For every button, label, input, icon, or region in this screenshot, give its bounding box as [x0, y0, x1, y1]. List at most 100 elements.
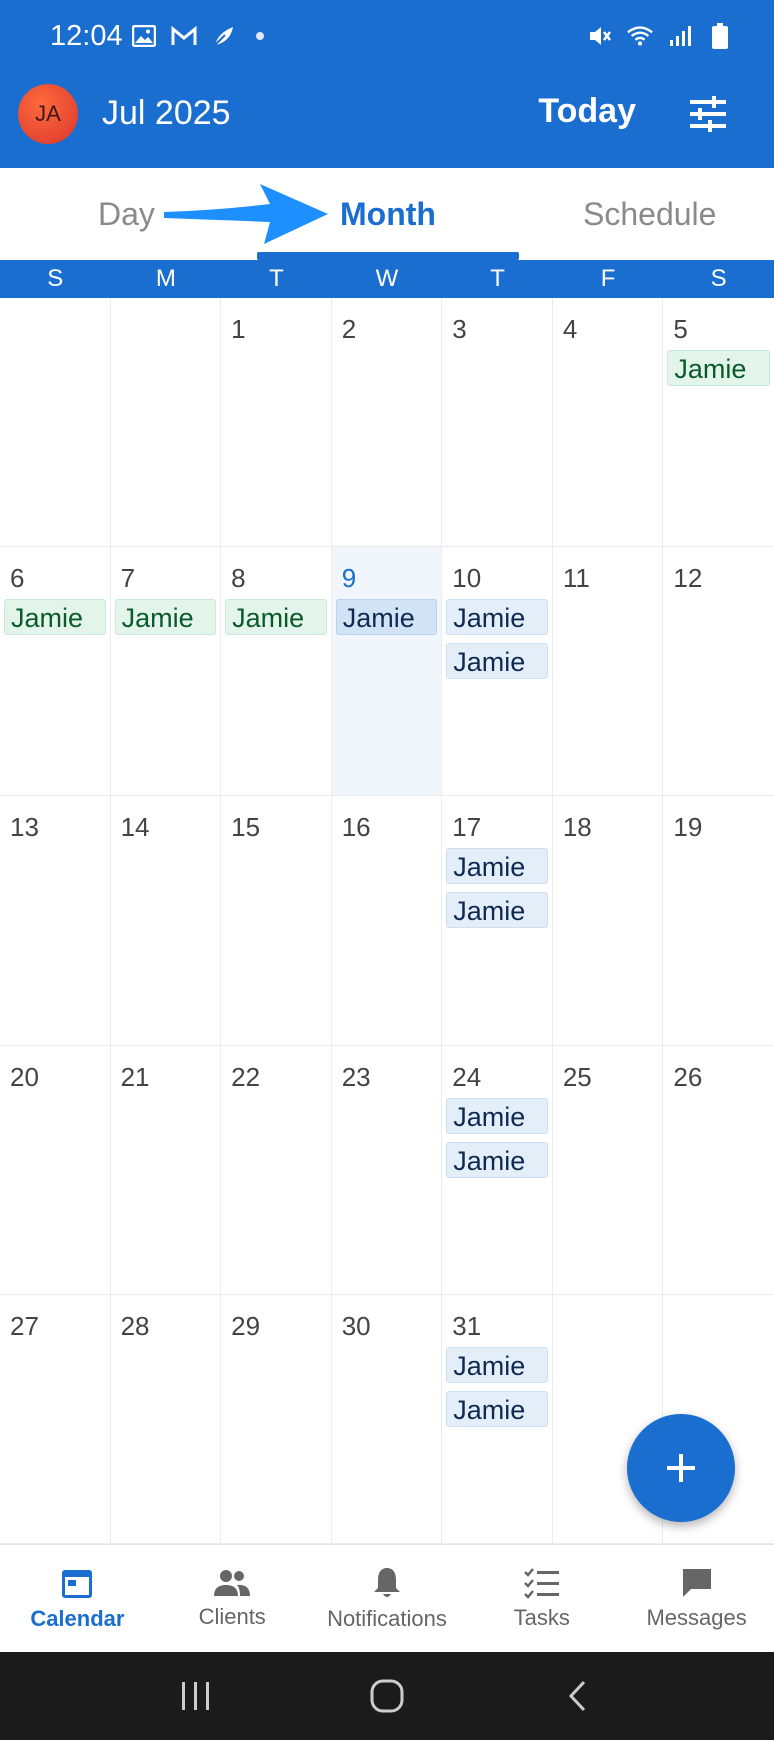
month-title[interactable]: Jul 2025 — [102, 94, 231, 133]
day-number: 10 — [452, 563, 482, 594]
day-cell[interactable]: 19 — [663, 796, 774, 1044]
nav-tasks[interactable]: Tasks — [464, 1545, 619, 1652]
day-cell[interactable]: 18 — [553, 796, 664, 1045]
day-cell[interactable]: 7 Jamie — [111, 547, 222, 796]
event-chip[interactable]: Jamie — [446, 1097, 548, 1134]
event-chip[interactable]: Jamie — [446, 892, 548, 929]
weekday-header: SMTWTFS — [0, 260, 774, 298]
weekday-label: F — [600, 265, 616, 292]
event-chip[interactable]: Jamie — [446, 599, 548, 636]
event-chip[interactable]: Jamie — [4, 599, 106, 636]
battery-icon — [706, 22, 734, 50]
day-cell[interactable]: 21 — [111, 1045, 222, 1294]
event-chip[interactable]: Jamie — [335, 599, 438, 636]
signal-icon — [666, 22, 694, 50]
home-icon[interactable] — [357, 1671, 417, 1721]
status-right-icons — [586, 22, 734, 50]
week-row: 13 14 15 16 17 Jamie Jamie 18 19 — [0, 796, 774, 1046]
day-cell[interactable]: 10 Jamie Jamie — [442, 547, 553, 796]
day-number: 20 — [10, 1061, 39, 1092]
day-cell[interactable]: 23 — [332, 1045, 443, 1294]
day-number: 25 — [562, 1061, 592, 1092]
system-nav-bar — [0, 1652, 774, 1740]
event-list: Jamie Jamie — [446, 848, 548, 929]
notification-dot — [256, 32, 264, 40]
day-cell[interactable]: 4 — [553, 298, 664, 547]
day-number: 12 — [673, 563, 703, 594]
day-cell[interactable]: 5 Jamie — [663, 298, 774, 546]
gmail-icon — [170, 22, 198, 50]
empty-day-cell — [111, 298, 222, 547]
nav-calendar[interactable]: Calendar — [0, 1545, 155, 1652]
day-cell[interactable]: 24 Jamie Jamie — [442, 1045, 553, 1294]
bottom-nav: Calendar Clients Notifications Tasks Mes… — [0, 1544, 774, 1652]
day-cell[interactable]: 25 — [553, 1045, 664, 1294]
day-number: 3 — [452, 314, 467, 344]
day-cell[interactable]: 22 — [221, 1045, 332, 1294]
event-list: Jamie Jamie — [446, 599, 548, 680]
day-cell[interactable]: 15 — [221, 796, 332, 1045]
day-cell[interactable]: 11 — [553, 547, 664, 796]
event-chip[interactable]: Jamie — [446, 1346, 548, 1383]
day-number: 22 — [231, 1061, 261, 1092]
day-cell[interactable]: 3 — [442, 298, 553, 547]
day-number: 21 — [120, 1061, 150, 1092]
day-cell[interactable]: 26 — [663, 1046, 774, 1294]
annotation-arrow-icon — [164, 184, 328, 244]
tab-month[interactable]: Month — [340, 196, 436, 233]
event-chip[interactable]: Jamie — [446, 643, 548, 680]
tab-schedule[interactable]: Schedule — [583, 196, 716, 233]
event-chip[interactable]: Jamie — [114, 599, 217, 636]
day-cell[interactable]: 9 Jamie — [331, 547, 443, 796]
event-chip[interactable]: Jamie — [446, 848, 548, 885]
nav-clients[interactable]: Clients — [155, 1545, 310, 1652]
recents-icon[interactable] — [166, 1671, 226, 1721]
checklist-icon — [523, 1567, 559, 1599]
today-button[interactable]: Today — [538, 92, 636, 131]
day-number: 5 — [673, 314, 688, 344]
weekday-label: M — [155, 265, 176, 292]
day-cell[interactable]: 2 — [332, 298, 443, 547]
day-cell[interactable]: 30 — [332, 1294, 443, 1543]
day-cell[interactable]: 27 — [0, 1294, 111, 1543]
day-cell[interactable]: 12 — [663, 547, 774, 795]
add-event-button[interactable] — [627, 1414, 735, 1522]
event-list: Jamie Jamie — [446, 1346, 548, 1427]
day-cell[interactable]: 16 — [332, 796, 443, 1045]
mute-icon — [586, 22, 614, 50]
event-chip[interactable]: Jamie — [667, 350, 770, 386]
day-cell[interactable]: 17 Jamie Jamie — [442, 796, 553, 1045]
tune-icon[interactable] — [686, 92, 730, 136]
week-row: 1 2 3 4 5 Jamie — [0, 298, 774, 548]
nav-label: Notifications — [327, 1605, 447, 1631]
nav-messages[interactable]: Messages — [619, 1545, 774, 1652]
back-icon[interactable] — [548, 1671, 608, 1721]
day-number: 16 — [341, 812, 371, 843]
day-number: 26 — [673, 1061, 703, 1092]
day-cell[interactable]: 14 — [111, 796, 222, 1045]
day-number: 8 — [231, 563, 246, 594]
day-number: 30 — [341, 1310, 371, 1341]
gallery-icon — [130, 22, 158, 50]
tab-day[interactable]: Day — [98, 196, 155, 233]
nav-notifications[interactable]: Notifications — [310, 1545, 465, 1652]
day-cell[interactable]: 31 Jamie Jamie — [442, 1294, 553, 1543]
day-cell[interactable]: 6 Jamie — [0, 547, 111, 796]
status-time: 12:04 — [50, 20, 123, 52]
day-cell[interactable]: 1 — [221, 298, 332, 547]
day-cell[interactable]: 8 Jamie — [221, 547, 332, 796]
day-cell[interactable]: 20 — [0, 1045, 111, 1294]
day-number: 6 — [10, 563, 25, 594]
day-cell[interactable]: 13 — [0, 796, 111, 1045]
event-list: Jamie — [4, 599, 106, 636]
event-chip[interactable]: Jamie — [446, 1390, 548, 1427]
avatar[interactable]: JA — [18, 84, 78, 144]
chat-icon — [682, 1568, 711, 1597]
event-chip[interactable]: Jamie — [225, 599, 327, 636]
status-bar: 12:04 — [0, 0, 774, 72]
weekday-label: T — [269, 265, 284, 292]
day-cell[interactable]: 29 — [221, 1294, 332, 1543]
event-chip[interactable]: Jamie — [446, 1141, 548, 1178]
day-cell[interactable]: 28 — [111, 1294, 222, 1543]
event-list: Jamie — [335, 599, 438, 636]
